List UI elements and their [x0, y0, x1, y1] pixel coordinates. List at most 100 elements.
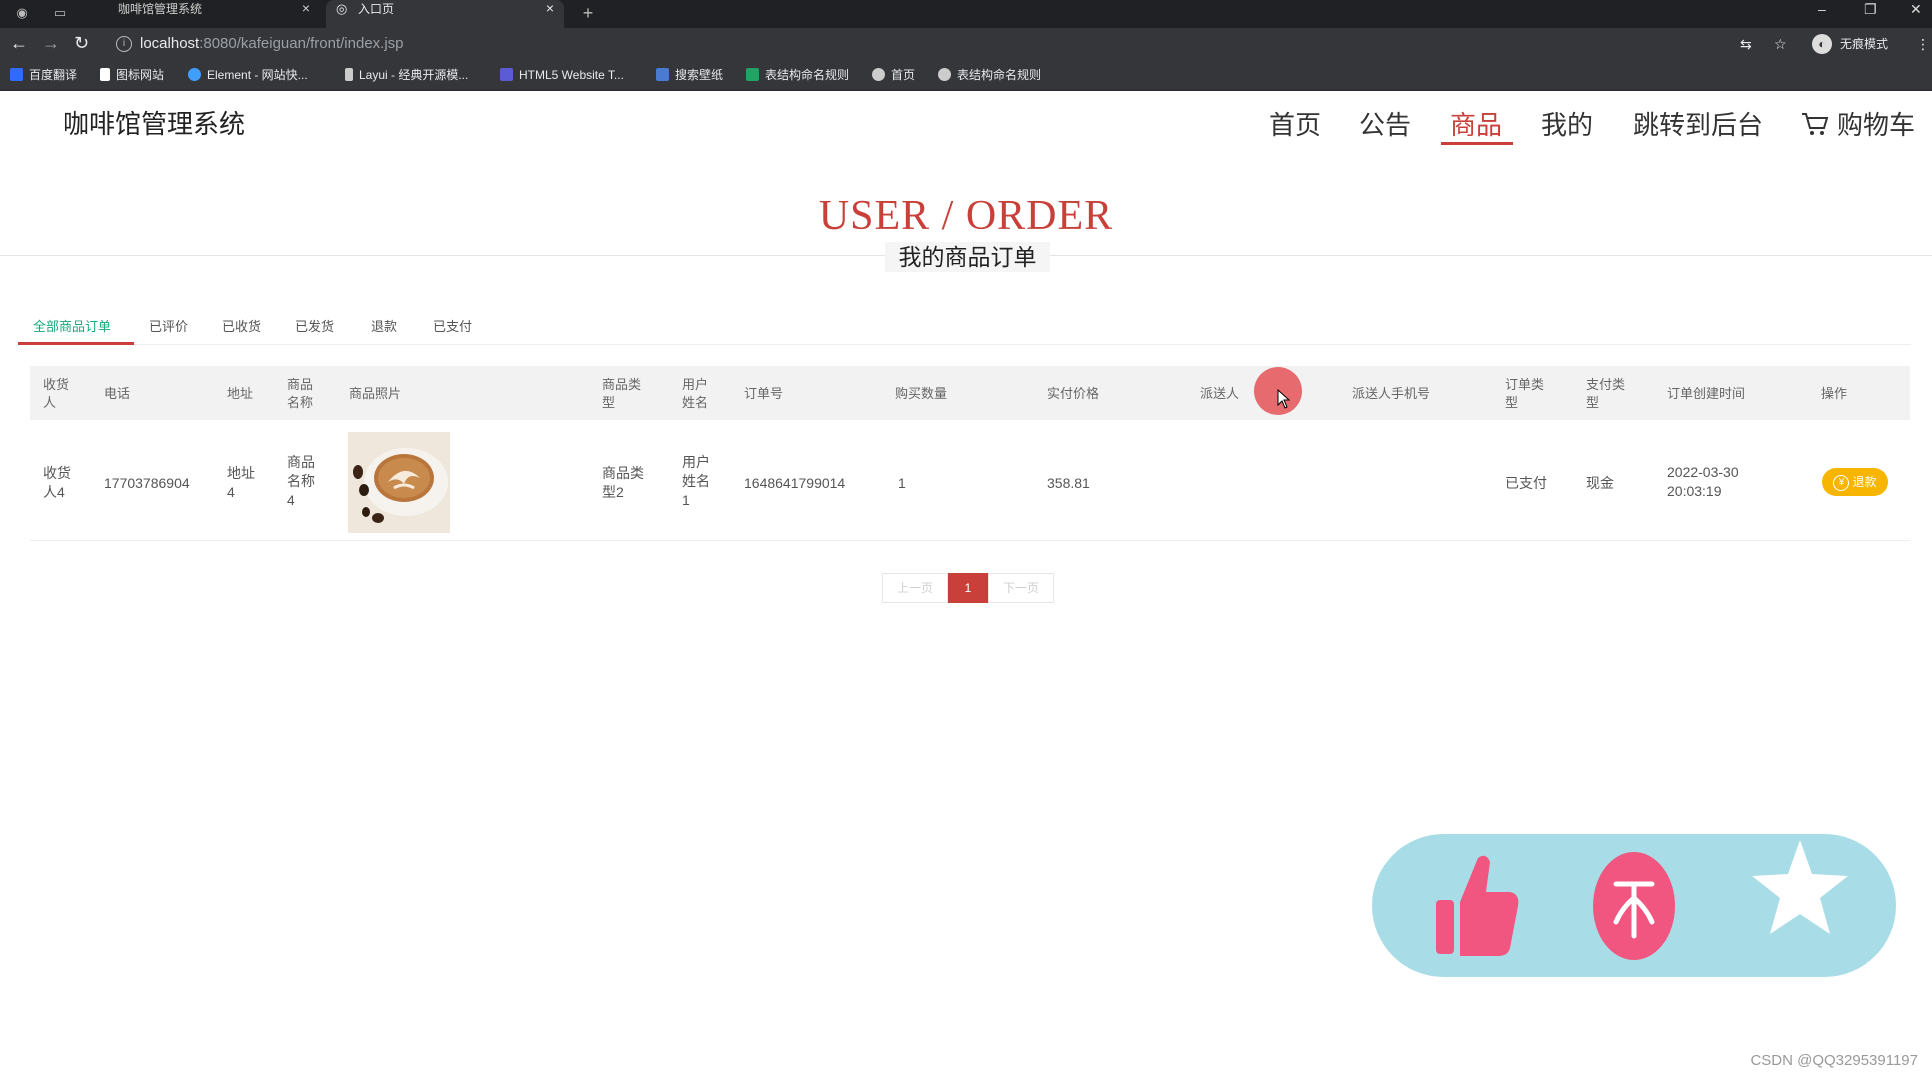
col-created-time: 订单创建时间 — [1667, 386, 1746, 401]
tab-close-icon[interactable]: × — [546, 0, 554, 16]
col-courier-phone: 派送人手机号 — [1352, 386, 1431, 401]
tab-shipped[interactable]: 已发货 — [295, 316, 334, 335]
bookmark-item[interactable]: HTML5 Website T... — [500, 68, 624, 82]
tab-entry[interactable]: ◎ 入口页 × — [326, 0, 564, 28]
bookmark-item[interactable]: 表结构命名规则 — [938, 68, 1041, 82]
site-title: 咖啡馆管理系统 — [63, 109, 246, 139]
element-logo-icon — [188, 68, 201, 81]
tab-label: 咖啡馆管理系统 — [118, 2, 203, 16]
layui-logo-icon — [345, 68, 353, 81]
product-photo — [348, 432, 450, 533]
cell-created-time: 2022-03-30 20:03:19 — [1667, 464, 1739, 499]
nav-products[interactable]: 商品 — [1450, 110, 1502, 140]
cell-order-no: 1648641799014 — [744, 475, 846, 491]
bookmark-item[interactable]: 图标网站 — [100, 68, 164, 82]
col-address: 地址 — [227, 386, 254, 401]
cell-address: 地址 4 — [227, 465, 255, 500]
col-pay-type: 支付类型 — [1586, 377, 1626, 410]
reload-icon[interactable]: ↻ — [74, 33, 89, 53]
bookmark-favicon-icon — [10, 68, 23, 81]
minimize-button[interactable]: – — [1818, 2, 1826, 16]
cart-icon[interactable] — [1801, 112, 1829, 143]
bookmark-item[interactable]: 首页 — [872, 68, 915, 82]
row-divider — [30, 540, 1910, 541]
cell-order-type: 已支付 — [1505, 475, 1547, 491]
page-1-button[interactable]: 1 — [948, 573, 988, 603]
profile-label[interactable]: 无痕模式 — [1840, 34, 1888, 54]
top-icon[interactable] — [1592, 850, 1676, 967]
cell-receiver: 收货 人4 — [43, 465, 71, 500]
col-paid-price: 实付价格 — [1047, 386, 1100, 401]
prev-page-button[interactable]: 上一页 — [882, 573, 948, 603]
tab-all-orders[interactable]: 全部商品订单 — [33, 316, 111, 335]
tab-label: 入口页 — [358, 2, 395, 16]
window-close-button[interactable]: ✕ — [1910, 2, 1922, 16]
nav-cart[interactable]: 购物车 — [1837, 110, 1915, 140]
like-share-favorite-bar — [1372, 834, 1896, 977]
cell-quantity: 1 — [898, 475, 906, 491]
bookmark-item[interactable]: 百度翻译 — [10, 68, 77, 82]
col-courier: 派送人 — [1200, 386, 1240, 401]
cell-phone: 17703786904 — [104, 475, 190, 491]
next-page-button[interactable]: 下一页 — [988, 573, 1054, 603]
globe-icon — [872, 68, 885, 81]
cell-user-name: 用户 姓名 1 — [682, 454, 710, 508]
refund-button[interactable]: ¥ 退款 — [1822, 468, 1888, 496]
nav-home[interactable]: 首页 — [1269, 110, 1321, 140]
browser-tab-bar: ◉ ▭ 咖啡馆管理系统 × ◎ 入口页 × + – ❐ ✕ — [0, 0, 1932, 28]
tab-paid[interactable]: 已支付 — [433, 316, 472, 335]
tab-refund[interactable]: 退款 — [371, 316, 397, 335]
tab-active-indicator — [18, 342, 134, 345]
url-host: localhost — [140, 35, 200, 52]
bookmark-item[interactable]: Layui - 经典开源模... — [345, 68, 468, 82]
star-icon[interactable] — [1748, 836, 1852, 945]
tab-received[interactable]: 已收货 — [222, 316, 261, 335]
watermark: CSDN @QQ3295391197 — [1750, 1052, 1918, 1069]
col-quantity: 购买数量 — [895, 386, 948, 401]
tab-reviewed[interactable]: 已评价 — [149, 316, 188, 335]
col-phone: 电话 — [104, 386, 131, 401]
nav-backend[interactable]: 跳转到后台 — [1633, 110, 1763, 140]
address-bar: ← → ↻ localhost:8080/kafeiguan/front/ind… — [0, 28, 1932, 60]
incognito-icon: ◐ — [1812, 34, 1832, 54]
cell-pay-type: 现金 — [1586, 475, 1614, 491]
tab-kafeiguan[interactable]: 咖啡馆管理系统 × — [96, 0, 320, 28]
col-user-name: 用户 姓名 — [682, 377, 709, 410]
thumbs-up-icon[interactable] — [1434, 852, 1520, 965]
restore-button[interactable]: ❐ — [1864, 2, 1877, 16]
nav-mine[interactable]: 我的 — [1541, 110, 1593, 140]
url-field[interactable]: localhost:8080/kafeiguan/front/index.jsp — [140, 32, 404, 56]
url-path: :8080/kafeiguan/front/index.jsp — [199, 35, 404, 52]
cell-product-type: 商品类 型2 — [602, 465, 644, 500]
tab-close-icon[interactable]: × — [302, 0, 310, 16]
bookmarks-bar: 百度翻译 图标网站 Element - 网站快... Layui - 经典开源模… — [0, 60, 1932, 91]
browser-menu-icon[interactable]: ◉ — [14, 5, 30, 21]
cell-paid-price: 358.81 — [1047, 475, 1090, 491]
col-product-photo: 商品照片 — [349, 386, 402, 401]
col-action: 操作 — [1821, 386, 1848, 401]
col-order-type: 订单类型 — [1505, 377, 1545, 410]
nav-active-underline — [1441, 142, 1513, 145]
bookmark-item[interactable]: 表结构命名规则 — [746, 68, 849, 82]
back-icon[interactable]: ← — [10, 33, 28, 53]
globe-icon — [938, 68, 951, 81]
globe-icon: ◎ — [336, 1, 348, 16]
tab-strip-icon[interactable]: ▭ — [52, 5, 68, 21]
mouse-cursor-icon — [1277, 388, 1291, 414]
col-receiver: 收货人 — [43, 377, 70, 410]
bookmark-item[interactable]: 搜索壁纸 — [656, 68, 723, 82]
nav-notice[interactable]: 公告 — [1359, 110, 1411, 140]
col-order-no: 订单号 — [744, 386, 784, 401]
col-product-type: 商品类型 — [602, 377, 642, 410]
bookmark-star-icon[interactable]: ☆ — [1774, 34, 1787, 54]
new-tab-button[interactable]: + — [580, 4, 596, 22]
translate-icon[interactable]: ⇆ — [1740, 34, 1752, 54]
cell-product-name: 商品 名称 4 — [287, 454, 315, 508]
html5-logo-icon — [500, 68, 513, 81]
forward-icon[interactable]: → — [42, 33, 60, 53]
page-title-en: USER / ORDER — [818, 193, 1114, 239]
site-info-icon[interactable]: i — [116, 36, 132, 52]
bookmark-item[interactable]: Element - 网站快... — [188, 68, 308, 82]
tabs-baseline — [18, 344, 1911, 345]
browser-menu-dots-icon[interactable]: ⋮ — [1916, 34, 1930, 54]
